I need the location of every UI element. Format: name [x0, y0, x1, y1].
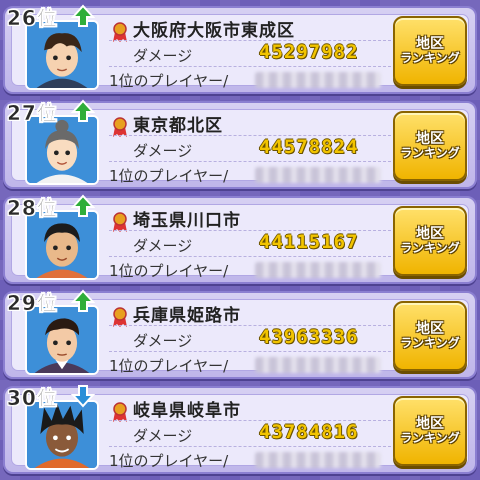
- button-label-line1: 地区: [416, 321, 444, 338]
- medal-icon: [113, 22, 127, 42]
- top-player-label: 1位のプレイヤー/: [109, 167, 229, 185]
- ranking-row: 30位 岐阜県岐阜市 ダメージ 43784816 1位のプレイヤー/ 地区 ラン…: [3, 385, 477, 474]
- damage-label: ダメージ: [133, 237, 193, 255]
- medal-icon: [113, 212, 127, 232]
- divider: [109, 161, 391, 162]
- area-ranking-button[interactable]: 地区 ランキング: [393, 396, 467, 466]
- divider: [109, 256, 391, 257]
- damage-label: ダメージ: [133, 332, 193, 350]
- medal-icon: [113, 117, 127, 137]
- button-label-line2: ランキング: [400, 51, 460, 66]
- damage-value: 45297982: [259, 41, 359, 63]
- top-player-name-blurred: [255, 167, 381, 183]
- top-player-name-blurred: [255, 262, 381, 278]
- area-ranking-button[interactable]: 地区 ランキング: [393, 16, 467, 86]
- rank-up-arrow-icon: [71, 194, 95, 217]
- top-player-label: 1位のプレイヤー/: [109, 262, 229, 280]
- damage-value: 43784816: [259, 421, 359, 443]
- rank-number: 26位: [7, 6, 58, 31]
- top-player-name-blurred: [255, 357, 381, 373]
- button-label-line2: ランキング: [400, 336, 460, 351]
- button-label-line2: ランキング: [400, 241, 460, 256]
- area-name: 東京都北区: [133, 116, 223, 136]
- button-label-line2: ランキング: [400, 431, 460, 446]
- rank-number: 28位: [7, 196, 58, 221]
- damage-value: 44115167: [259, 231, 359, 253]
- damage-label: ダメージ: [133, 142, 193, 160]
- area-name: 大阪府大阪市東成区: [133, 21, 295, 41]
- button-label-line1: 地区: [416, 131, 444, 148]
- rank-number: 30位: [7, 386, 58, 411]
- rank-up-arrow-icon: [71, 99, 95, 122]
- area-name: 兵庫県姫路市: [133, 306, 241, 326]
- ranking-row: 28位 埼玉県川口市 ダメージ 44115167 1位のプレイヤー/ 地区 ラン…: [3, 194, 477, 284]
- damage-label: ダメージ: [133, 47, 193, 65]
- rank-down-arrow-icon: [71, 385, 95, 408]
- rank-up-arrow-icon: [71, 4, 95, 27]
- ranking-row: 26位 大阪府大阪市東成区 ダメージ 45297982 1位のプレイヤー/ 地区…: [3, 4, 477, 94]
- button-label-line1: 地区: [416, 36, 444, 53]
- divider: [109, 351, 391, 352]
- top-player-label: 1位のプレイヤー/: [109, 72, 229, 90]
- divider: [109, 446, 391, 447]
- medal-icon: [113, 402, 127, 422]
- top-player-name-blurred: [255, 72, 381, 88]
- ranking-row: 27位 東京都北区 ダメージ 44578824 1位のプレイヤー/ 地区 ランキ…: [3, 99, 477, 189]
- area-ranking-button[interactable]: 地区 ランキング: [393, 206, 467, 276]
- damage-label: ダメージ: [133, 427, 193, 445]
- damage-value: 44578824: [259, 136, 359, 158]
- area-ranking-button[interactable]: 地区 ランキング: [393, 111, 467, 181]
- damage-value: 43963336: [259, 326, 359, 348]
- rank-number: 29位: [7, 291, 58, 316]
- rank-number: 27位: [7, 101, 58, 126]
- divider: [109, 66, 391, 67]
- top-player-name-blurred: [255, 452, 381, 468]
- area-name: 埼玉県川口市: [133, 211, 241, 231]
- ranking-row: 29位 兵庫県姫路市 ダメージ 43963336 1位のプレイヤー/ 地区 ラン…: [3, 289, 477, 379]
- area-name: 岐阜県岐阜市: [133, 401, 241, 421]
- button-label-line1: 地区: [416, 416, 444, 433]
- top-player-label: 1位のプレイヤー/: [109, 357, 229, 375]
- rank-up-arrow-icon: [71, 289, 95, 312]
- button-label-line2: ランキング: [400, 146, 460, 161]
- medal-icon: [113, 307, 127, 327]
- button-label-line1: 地区: [416, 226, 444, 243]
- area-ranking-button[interactable]: 地区 ランキング: [393, 301, 467, 371]
- top-player-label: 1位のプレイヤー/: [109, 452, 229, 470]
